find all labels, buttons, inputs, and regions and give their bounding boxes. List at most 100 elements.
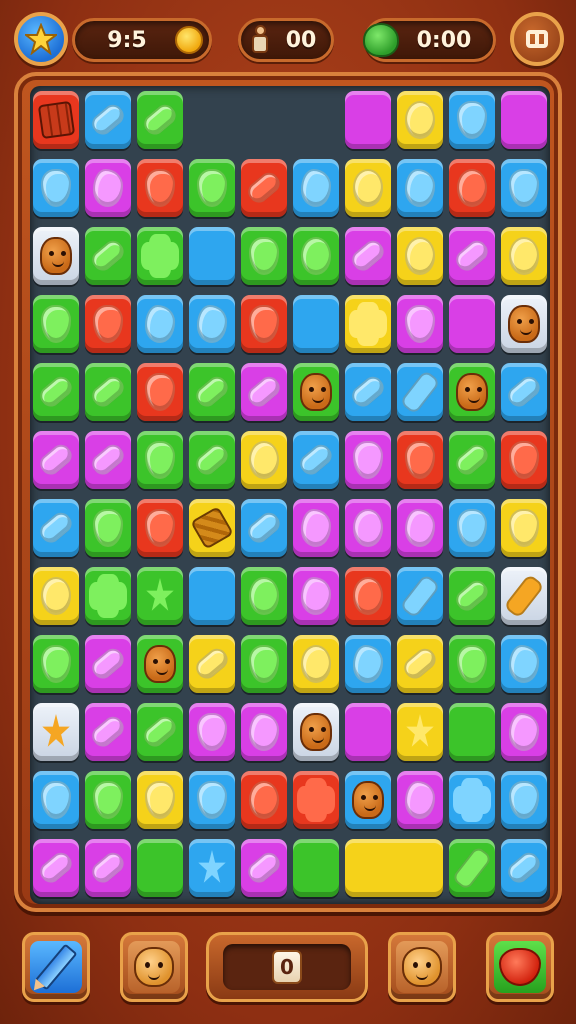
critter-booster-button-left[interactable]	[120, 932, 188, 1002]
candy-tile-magenta-circle[interactable]	[345, 499, 391, 557]
center-slot-button[interactable]: 0	[206, 932, 368, 1002]
candy-tile-blue-bottle[interactable]	[397, 363, 443, 421]
candy-tile-yellow-circle[interactable]	[501, 227, 547, 285]
candy-tile-magenta-blob[interactable]	[397, 499, 443, 557]
candy-tile-green-bar[interactable]	[137, 91, 183, 149]
candy-tile-yellow-heart[interactable]	[501, 499, 547, 557]
candy-tile-blue-bottle[interactable]	[397, 567, 443, 625]
candy-tile-magenta-bar[interactable]	[449, 227, 495, 285]
candy-tile-green-none[interactable]	[449, 703, 495, 761]
candy-tile-red-crate[interactable]	[33, 91, 79, 149]
candy-tile-green-heart[interactable]	[241, 227, 287, 285]
candy-tile-green-bar[interactable]	[33, 363, 79, 421]
candy-tile-red-heart[interactable]	[397, 431, 443, 489]
candy-tile-red-heart[interactable]	[137, 159, 183, 217]
candy-tile-magenta-bar[interactable]	[241, 363, 287, 421]
candy-tile-blue-blob[interactable]	[137, 295, 183, 353]
candy-tile-green-bar[interactable]	[189, 363, 235, 421]
candy-tile-blue-bar[interactable]	[241, 499, 287, 557]
candy-tile-red-circle[interactable]	[449, 159, 495, 217]
candy-tile-green-bar[interactable]	[449, 431, 495, 489]
candy-tile-green-star[interactable]	[137, 567, 183, 625]
candy-tile-magenta-blob[interactable]	[241, 703, 287, 761]
candy-tile-green-none[interactable]	[293, 839, 339, 897]
candy-tile-yellow-wrap[interactable]	[189, 499, 235, 557]
candy-tile-yellow-circle[interactable]	[397, 91, 443, 149]
candy-tile-magenta-blob[interactable]	[85, 159, 131, 217]
candy-tile-blue-heart[interactable]	[449, 499, 495, 557]
candy-tile-magenta-bar[interactable]	[85, 703, 131, 761]
candy-tile-green-heart[interactable]	[85, 499, 131, 557]
candy-tile-green-circle[interactable]	[241, 567, 287, 625]
candy-tile-yellow-circle[interactable]	[345, 159, 391, 217]
candy-tile-green-flower[interactable]	[85, 567, 131, 625]
candy-tile-magenta-bar[interactable]	[85, 635, 131, 693]
candy-tile-yellow-circle[interactable]	[397, 227, 443, 285]
candy-tile-blue-bar[interactable]	[345, 363, 391, 421]
candy-tile-blue-bar[interactable]	[85, 91, 131, 149]
candy-tile-magenta-heart[interactable]	[345, 431, 391, 489]
candy-tile-magenta-blob[interactable]	[397, 771, 443, 829]
candy-tile-red-heart[interactable]	[137, 499, 183, 557]
candy-tile-magenta-none[interactable]	[501, 91, 547, 149]
candy-tile-cream-critter[interactable]	[33, 227, 79, 285]
candy-tile-blue-heart[interactable]	[501, 159, 547, 217]
candy-tile-blue-none[interactable]	[293, 295, 339, 353]
candy-tile-blue-star[interactable]	[189, 839, 235, 897]
pencil-booster-button[interactable]	[22, 932, 90, 1002]
candy-tile-green-heart[interactable]	[33, 295, 79, 353]
candy-tile-magenta-bar[interactable]	[33, 839, 79, 897]
candy-tile-blue-heart[interactable]	[33, 159, 79, 217]
candy-tile-green-heart[interactable]	[241, 635, 287, 693]
candy-tile-magenta-blob[interactable]	[293, 567, 339, 625]
candy-tile-magenta-heart[interactable]	[189, 703, 235, 761]
pause-button[interactable]	[510, 12, 564, 66]
candy-tile-magenta-none[interactable]	[345, 91, 391, 149]
candy-tile-blue-none[interactable]	[189, 567, 235, 625]
candy-tile-blue-bar[interactable]	[33, 499, 79, 557]
candy-tile-green-bar[interactable]	[189, 431, 235, 489]
candy-tile-red-heart[interactable]	[137, 363, 183, 421]
candy-tile-green-none[interactable]	[137, 839, 183, 897]
heart-booster-button[interactable]	[486, 932, 554, 1002]
candy-tile-red-heart[interactable]	[85, 295, 131, 353]
candy-tile-green-circle[interactable]	[293, 227, 339, 285]
candy-tile-blue-heart[interactable]	[449, 91, 495, 149]
candy-tile-blue-heart[interactable]	[501, 771, 547, 829]
candy-tile-blue-blob[interactable]	[345, 635, 391, 693]
candy-tile-cream-star[interactable]	[33, 703, 79, 761]
candy-tile-magenta-blob[interactable]	[501, 703, 547, 761]
candy-tile-magenta-bar[interactable]	[33, 431, 79, 489]
candy-tile-green-bar[interactable]	[137, 703, 183, 761]
candy-tile-red-heart[interactable]	[501, 431, 547, 489]
candy-tile-cream-critter[interactable]	[501, 295, 547, 353]
candy-tile-blue-blob[interactable]	[293, 159, 339, 217]
candy-tile-yellow-flower[interactable]	[345, 295, 391, 353]
candy-tile-magenta-bar[interactable]	[85, 839, 131, 897]
candy-tile-yellow-wide[interactable]	[345, 839, 443, 897]
candy-tile-yellow-bar[interactable]	[189, 635, 235, 693]
candy-tile-green-heart[interactable]	[449, 635, 495, 693]
candy-tile-magenta-bar[interactable]	[345, 227, 391, 285]
candy-tile-blue-bar[interactable]	[501, 363, 547, 421]
candy-tile-green-critter[interactable]	[293, 363, 339, 421]
candy-tile-green-flower[interactable]	[137, 227, 183, 285]
candy-tile-red-circle[interactable]	[345, 567, 391, 625]
candy-tile-blue-blob[interactable]	[189, 295, 235, 353]
candy-tile-blue-blob[interactable]	[501, 635, 547, 693]
candy-tile-cream-critter[interactable]	[293, 703, 339, 761]
candy-tile-yellow-circle[interactable]	[33, 567, 79, 625]
candy-tile-magenta-heart[interactable]	[397, 295, 443, 353]
candy-tile-green-heart[interactable]	[85, 771, 131, 829]
candy-tile-blue-heart[interactable]	[33, 771, 79, 829]
candy-tile-magenta-none[interactable]	[345, 703, 391, 761]
candy-tile-green-critter[interactable]	[449, 363, 495, 421]
candy-tile-blue-critter[interactable]	[345, 771, 391, 829]
candy-tile-green-heart[interactable]	[33, 635, 79, 693]
candy-tile-yellow-bar[interactable]	[397, 635, 443, 693]
candy-tile-green-heart[interactable]	[189, 159, 235, 217]
candy-tile-blue-none[interactable]	[189, 227, 235, 285]
candy-tile-yellow-circle[interactable]	[241, 431, 287, 489]
candy-tile-blue-heart[interactable]	[189, 771, 235, 829]
critter-booster-button-right[interactable]	[388, 932, 456, 1002]
